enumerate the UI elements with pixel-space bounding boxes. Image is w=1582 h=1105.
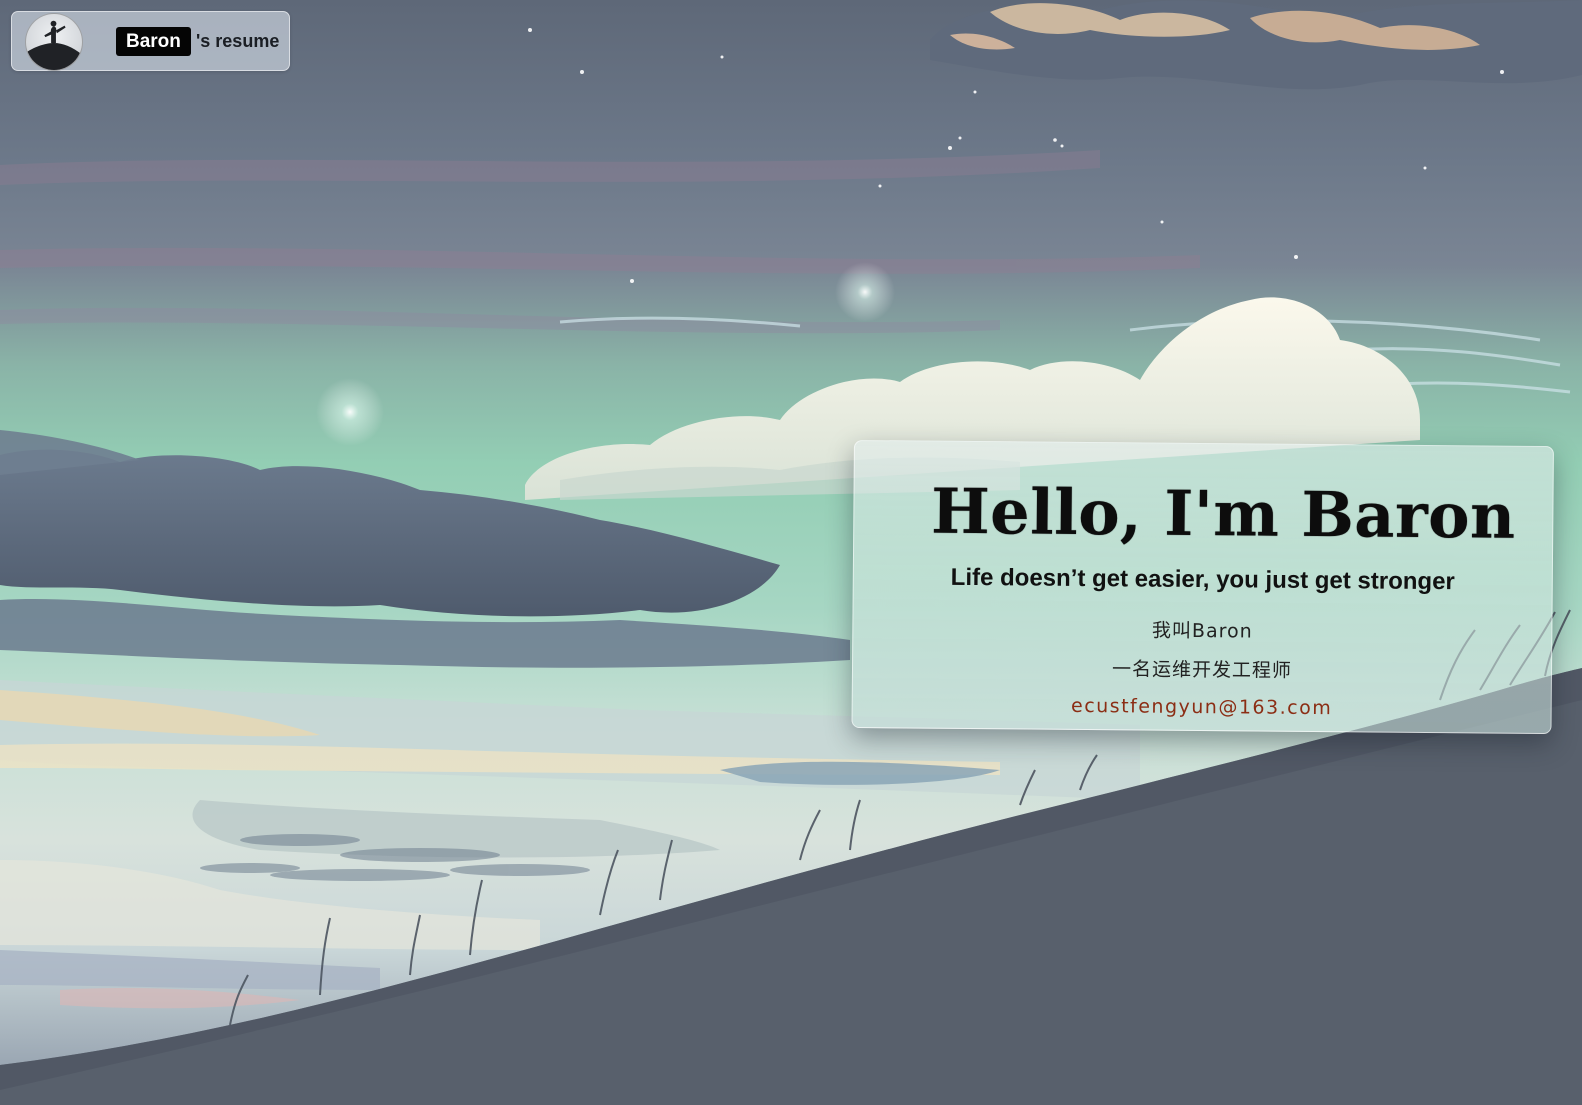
avatar[interactable]: [25, 13, 83, 71]
silhouette-on-hill-icon: [26, 20, 82, 70]
intro-card: Hello, I'm Baron Life doesn’t get easier…: [851, 440, 1554, 735]
name-line: 我叫Baron: [1151, 619, 1253, 643]
brand-name[interactable]: Baron: [116, 27, 191, 56]
job-title-line: 一名运维开发工程师: [1111, 658, 1293, 682]
brand-suffix[interactable]: 's resume: [196, 27, 279, 56]
page-title: Hello, I'm Baron: [930, 474, 1516, 553]
header-brand[interactable]: Baron 's resume: [11, 11, 290, 71]
email-link[interactable]: ecustfengyun@163.com: [853, 691, 1551, 723]
motto-text: Life doesn’t get easier, you just get st…: [950, 563, 1455, 596]
